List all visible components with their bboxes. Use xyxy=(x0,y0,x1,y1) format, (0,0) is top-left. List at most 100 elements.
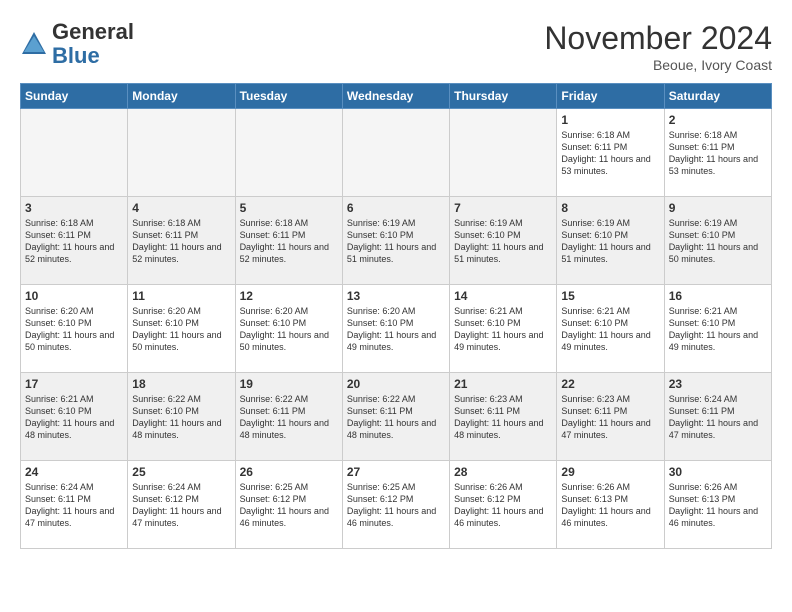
cell-info: Sunrise: 6:22 AM Sunset: 6:11 PM Dayligh… xyxy=(240,393,338,442)
col-friday: Friday xyxy=(557,84,664,109)
cell-info: Sunrise: 6:20 AM Sunset: 6:10 PM Dayligh… xyxy=(240,305,338,354)
calendar-cell xyxy=(235,109,342,197)
calendar-cell xyxy=(342,109,449,197)
calendar-cell: 12 Sunrise: 6:20 AM Sunset: 6:10 PM Dayli… xyxy=(235,285,342,373)
calendar-cell: 29Sunrise: 6:26 AM Sunset: 6:13 PM Dayli… xyxy=(557,461,664,549)
calendar-cell: 25 Sunrise: 6:24 AM Sunset: 6:12 PM Dayli… xyxy=(128,461,235,549)
day-number: 4 xyxy=(132,201,230,215)
cell-info: Sunrise: 6:20 AM Sunset: 6:10 PM Dayligh… xyxy=(132,305,230,354)
calendar-cell: 30 Sunrise: 6:26 AM Sunset: 6:13 PM Dayli… xyxy=(664,461,771,549)
col-monday: Monday xyxy=(128,84,235,109)
col-tuesday: Tuesday xyxy=(235,84,342,109)
cell-info: Sunrise: 6:19 AM Sunset: 6:10 PM Dayligh… xyxy=(347,217,445,266)
day-number: 3 xyxy=(25,201,123,215)
cell-info: Sunrise: 6:18 AM Sunset: 6:11 PM Dayligh… xyxy=(132,217,230,266)
day-number: 5 xyxy=(240,201,338,215)
calendar-cell: 22Sunrise: 6:23 AM Sunset: 6:11 PM Dayli… xyxy=(557,373,664,461)
day-number: 8 xyxy=(561,201,659,215)
calendar-table: Sunday Monday Tuesday Wednesday Thursday… xyxy=(20,83,772,549)
cell-info: Sunrise: 6:23 AM Sunset: 6:11 PM Dayligh… xyxy=(561,393,659,442)
day-number: 14 xyxy=(454,289,552,303)
cell-info: Sunrise: 6:24 AM Sunset: 6:12 PM Dayligh… xyxy=(132,481,230,530)
day-number: 25 xyxy=(132,465,230,479)
cell-info: Sunrise: 6:25 AM Sunset: 6:12 PM Dayligh… xyxy=(347,481,445,530)
logo-blue-text: Blue xyxy=(52,43,100,68)
calendar-cell: 17 Sunrise: 6:21 AM Sunset: 6:10 PM Dayli… xyxy=(21,373,128,461)
cell-info: Sunrise: 6:21 AM Sunset: 6:10 PM Dayligh… xyxy=(561,305,659,354)
calendar-cell: 28 Sunrise: 6:26 AM Sunset: 6:12 PM Dayli… xyxy=(450,461,557,549)
calendar-cell: 1Sunrise: 6:18 AM Sunset: 6:11 PM Daylig… xyxy=(557,109,664,197)
day-number: 27 xyxy=(347,465,445,479)
cell-info: Sunrise: 6:18 AM Sunset: 6:11 PM Dayligh… xyxy=(669,129,767,178)
cell-info: Sunrise: 6:21 AM Sunset: 6:10 PM Dayligh… xyxy=(454,305,552,354)
day-number: 21 xyxy=(454,377,552,391)
calendar-cell: 5 Sunrise: 6:18 AM Sunset: 6:11 PM Daylig… xyxy=(235,197,342,285)
calendar-cell: 23Sunrise: 6:24 AM Sunset: 6:11 PM Dayli… xyxy=(664,373,771,461)
month-title: November 2024 xyxy=(544,20,772,57)
calendar-cell: 6 Sunrise: 6:19 AM Sunset: 6:10 PM Daylig… xyxy=(342,197,449,285)
day-number: 15 xyxy=(561,289,659,303)
logo: General Blue xyxy=(20,20,134,68)
day-number: 7 xyxy=(454,201,552,215)
calendar-cell xyxy=(128,109,235,197)
calendar-week-1: 1Sunrise: 6:18 AM Sunset: 6:11 PM Daylig… xyxy=(21,109,772,197)
calendar-cell: 8 Sunrise: 6:19 AM Sunset: 6:10 PM Daylig… xyxy=(557,197,664,285)
cell-info: Sunrise: 6:22 AM Sunset: 6:10 PM Dayligh… xyxy=(132,393,230,442)
cell-info: Sunrise: 6:26 AM Sunset: 6:12 PM Dayligh… xyxy=(454,481,552,530)
day-number: 17 xyxy=(25,377,123,391)
col-saturday: Saturday xyxy=(664,84,771,109)
cell-info: Sunrise: 6:21 AM Sunset: 6:10 PM Dayligh… xyxy=(25,393,123,442)
cell-info: Sunrise: 6:18 AM Sunset: 6:11 PM Dayligh… xyxy=(240,217,338,266)
calendar-cell: 18 Sunrise: 6:22 AM Sunset: 6:10 PM Dayli… xyxy=(128,373,235,461)
calendar-cell: 11 Sunrise: 6:20 AM Sunset: 6:10 PM Dayli… xyxy=(128,285,235,373)
calendar-cell: 21 Sunrise: 6:23 AM Sunset: 6:11 PM Dayli… xyxy=(450,373,557,461)
day-number: 11 xyxy=(132,289,230,303)
cell-info: Sunrise: 6:20 AM Sunset: 6:10 PM Dayligh… xyxy=(347,305,445,354)
cell-info: Sunrise: 6:19 AM Sunset: 6:10 PM Dayligh… xyxy=(561,217,659,266)
day-number: 18 xyxy=(132,377,230,391)
calendar-cell: 7 Sunrise: 6:19 AM Sunset: 6:10 PM Daylig… xyxy=(450,197,557,285)
location: Beoue, Ivory Coast xyxy=(544,57,772,73)
day-number: 13 xyxy=(347,289,445,303)
day-number: 28 xyxy=(454,465,552,479)
day-number: 10 xyxy=(25,289,123,303)
calendar-week-4: 17 Sunrise: 6:21 AM Sunset: 6:10 PM Dayli… xyxy=(21,373,772,461)
day-number: 26 xyxy=(240,465,338,479)
calendar-cell xyxy=(21,109,128,197)
calendar-week-3: 10 Sunrise: 6:20 AM Sunset: 6:10 PM Dayli… xyxy=(21,285,772,373)
cell-info: Sunrise: 6:19 AM Sunset: 6:10 PM Dayligh… xyxy=(669,217,767,266)
calendar-cell xyxy=(450,109,557,197)
calendar-cell: 13 Sunrise: 6:20 AM Sunset: 6:10 PM Dayli… xyxy=(342,285,449,373)
cell-info: Sunrise: 6:22 AM Sunset: 6:11 PM Dayligh… xyxy=(347,393,445,442)
calendar-cell: 24Sunrise: 6:24 AM Sunset: 6:11 PM Dayli… xyxy=(21,461,128,549)
page: General Blue November 2024 Beoue, Ivory … xyxy=(0,0,792,559)
title-block: November 2024 Beoue, Ivory Coast xyxy=(544,20,772,73)
day-number: 19 xyxy=(240,377,338,391)
col-thursday: Thursday xyxy=(450,84,557,109)
cell-info: Sunrise: 6:24 AM Sunset: 6:11 PM Dayligh… xyxy=(25,481,123,530)
calendar-cell: 27 Sunrise: 6:25 AM Sunset: 6:12 PM Dayli… xyxy=(342,461,449,549)
day-number: 30 xyxy=(669,465,767,479)
day-number: 6 xyxy=(347,201,445,215)
cell-info: Sunrise: 6:23 AM Sunset: 6:11 PM Dayligh… xyxy=(454,393,552,442)
calendar-week-5: 24Sunrise: 6:24 AM Sunset: 6:11 PM Dayli… xyxy=(21,461,772,549)
cell-info: Sunrise: 6:19 AM Sunset: 6:10 PM Dayligh… xyxy=(454,217,552,266)
col-wednesday: Wednesday xyxy=(342,84,449,109)
cell-info: Sunrise: 6:26 AM Sunset: 6:13 PM Dayligh… xyxy=(669,481,767,530)
calendar-cell: 20 Sunrise: 6:22 AM Sunset: 6:11 PM Dayli… xyxy=(342,373,449,461)
day-number: 9 xyxy=(669,201,767,215)
day-number: 12 xyxy=(240,289,338,303)
calendar-header-row: Sunday Monday Tuesday Wednesday Thursday… xyxy=(21,84,772,109)
calendar-cell: 3Sunrise: 6:18 AM Sunset: 6:11 PM Daylig… xyxy=(21,197,128,285)
day-number: 23 xyxy=(669,377,767,391)
day-number: 2 xyxy=(669,113,767,127)
calendar-cell: 9 Sunrise: 6:19 AM Sunset: 6:10 PM Daylig… xyxy=(664,197,771,285)
calendar-cell: 2 Sunrise: 6:18 AM Sunset: 6:11 PM Daylig… xyxy=(664,109,771,197)
calendar-cell: 15 Sunrise: 6:21 AM Sunset: 6:10 PM Dayli… xyxy=(557,285,664,373)
col-sunday: Sunday xyxy=(21,84,128,109)
cell-info: Sunrise: 6:26 AM Sunset: 6:13 PM Dayligh… xyxy=(561,481,659,530)
calendar-cell: 19 Sunrise: 6:22 AM Sunset: 6:11 PM Dayli… xyxy=(235,373,342,461)
day-number: 20 xyxy=(347,377,445,391)
calendar-week-2: 3 Sunrise: 6:18 AM Sunset: 6:11 PM Daylig… xyxy=(21,197,772,285)
cell-info: Sunrise: 6:18 AM Sunset: 6:11 PM Dayligh… xyxy=(561,129,659,178)
